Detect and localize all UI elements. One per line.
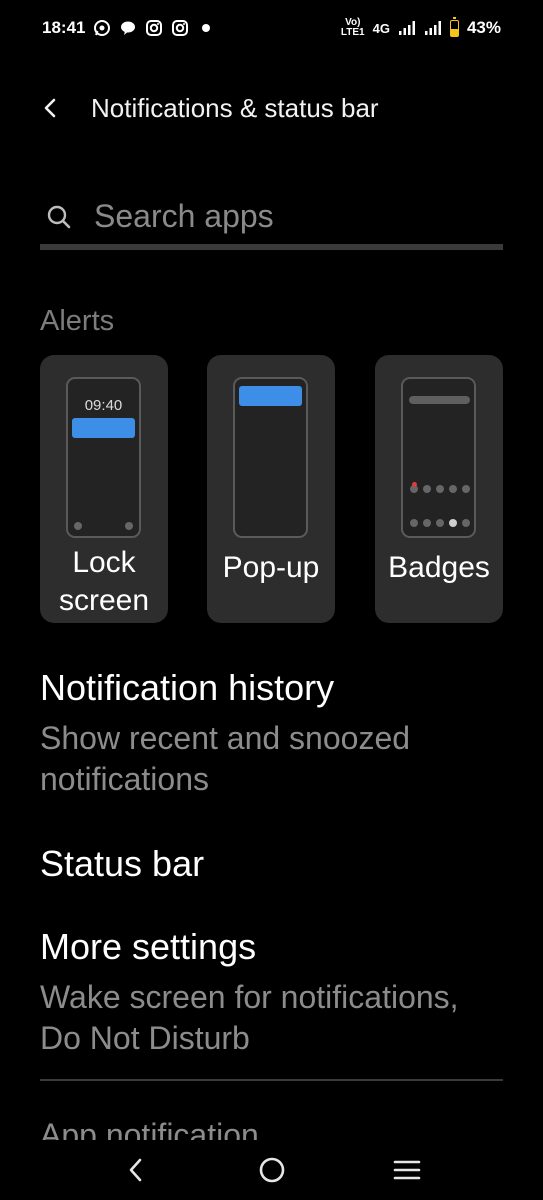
- signal-icon: [424, 19, 442, 37]
- pop-up-card[interactable]: Pop-up: [207, 355, 335, 623]
- battery-percent: 43%: [466, 18, 501, 37]
- dot-icon: [197, 19, 215, 37]
- battery-level: [450, 29, 458, 36]
- instagram-icon: [145, 19, 163, 37]
- pop-up-label: Pop-up: [222, 551, 320, 584]
- nav-home-icon: [259, 1157, 285, 1183]
- badges-preview: [401, 377, 476, 538]
- badge-dot: [412, 482, 417, 487]
- status-bar: 18:41 Vo) LTE1 4G 43%: [0, 0, 543, 56]
- preview-dot: [125, 522, 133, 530]
- battery-icon: [449, 16, 459, 37]
- search-bar[interactable]: [40, 190, 503, 250]
- nav-menu-icon: [393, 1160, 421, 1180]
- dock-dot: [410, 519, 418, 527]
- network-type: 4G: [372, 20, 390, 36]
- preview-dot: [74, 522, 82, 530]
- nav-home-button[interactable]: [252, 1152, 292, 1188]
- item-subtitle-line2: notifications: [40, 761, 209, 797]
- status-bar-item[interactable]: Status bar: [40, 842, 503, 886]
- nav-back-icon: [129, 1158, 142, 1182]
- app-notification-section-label: App notification: [40, 1117, 259, 1140]
- alert-style-cards: 09:40 Lock screen Pop-up Badges: [40, 355, 503, 623]
- item-subtitle-line1: Wake screen for notifications,: [40, 979, 459, 1015]
- navigation-bar: [0, 1140, 543, 1200]
- section-label-alerts: Alerts: [40, 305, 115, 337]
- search-icon: [47, 205, 71, 229]
- lock-screen-label-line1: Lock: [72, 546, 136, 579]
- item-title: Status bar: [40, 843, 205, 884]
- dock-dot: [462, 519, 470, 527]
- badges-card[interactable]: Badges: [375, 355, 503, 623]
- volte-line2: LTE1: [340, 27, 365, 38]
- chevron-left-icon: [44, 98, 56, 118]
- back-button[interactable]: [32, 90, 68, 126]
- lock-screen-label-line2: screen: [58, 584, 150, 617]
- instagram-icon: [171, 19, 189, 37]
- preview-pill: [409, 396, 470, 404]
- notification-preview: [239, 386, 302, 406]
- preview-time: 09:40: [84, 397, 123, 414]
- nav-recents-button[interactable]: [387, 1152, 427, 1188]
- divider: [40, 1079, 503, 1081]
- item-title: Notification history: [40, 667, 335, 708]
- dock-dot-active: [449, 519, 457, 527]
- item-subtitle-line1: Show recent and snoozed: [40, 720, 411, 756]
- item-subtitle-line2: Do Not Disturb: [40, 1020, 250, 1056]
- search-input[interactable]: [94, 194, 494, 238]
- status-bar-left: 18:41: [42, 18, 215, 38]
- message-bubble-icon: [119, 19, 137, 37]
- notification-preview: [72, 418, 135, 438]
- notification-history-item[interactable]: Notification history Show recent and sno…: [40, 666, 503, 800]
- nav-back-button[interactable]: [116, 1152, 156, 1188]
- volte-indicator: Vo) LTE1: [341, 18, 365, 38]
- page-title: Notifications & status bar: [91, 93, 379, 123]
- clock: 18:41: [42, 18, 86, 37]
- item-title: More settings: [40, 926, 257, 967]
- app-header: Notifications & status bar: [0, 80, 543, 136]
- lock-screen-card[interactable]: 09:40 Lock screen: [40, 355, 168, 623]
- app-dot: [462, 485, 470, 493]
- app-dot: [436, 485, 444, 493]
- whatsapp-icon: [93, 19, 111, 37]
- status-bar-right: Vo) LTE1 4G 43%: [341, 16, 501, 38]
- pop-up-preview: [233, 377, 308, 538]
- dock-dot: [423, 519, 431, 527]
- dock-dot: [436, 519, 444, 527]
- app-dot: [423, 485, 431, 493]
- more-settings-item[interactable]: More settings Wake screen for notificati…: [40, 925, 503, 1059]
- lock-screen-preview: 09:40: [66, 377, 141, 538]
- signal-icon: [398, 19, 416, 37]
- app-dot: [449, 485, 457, 493]
- badges-label: Badges: [388, 551, 490, 584]
